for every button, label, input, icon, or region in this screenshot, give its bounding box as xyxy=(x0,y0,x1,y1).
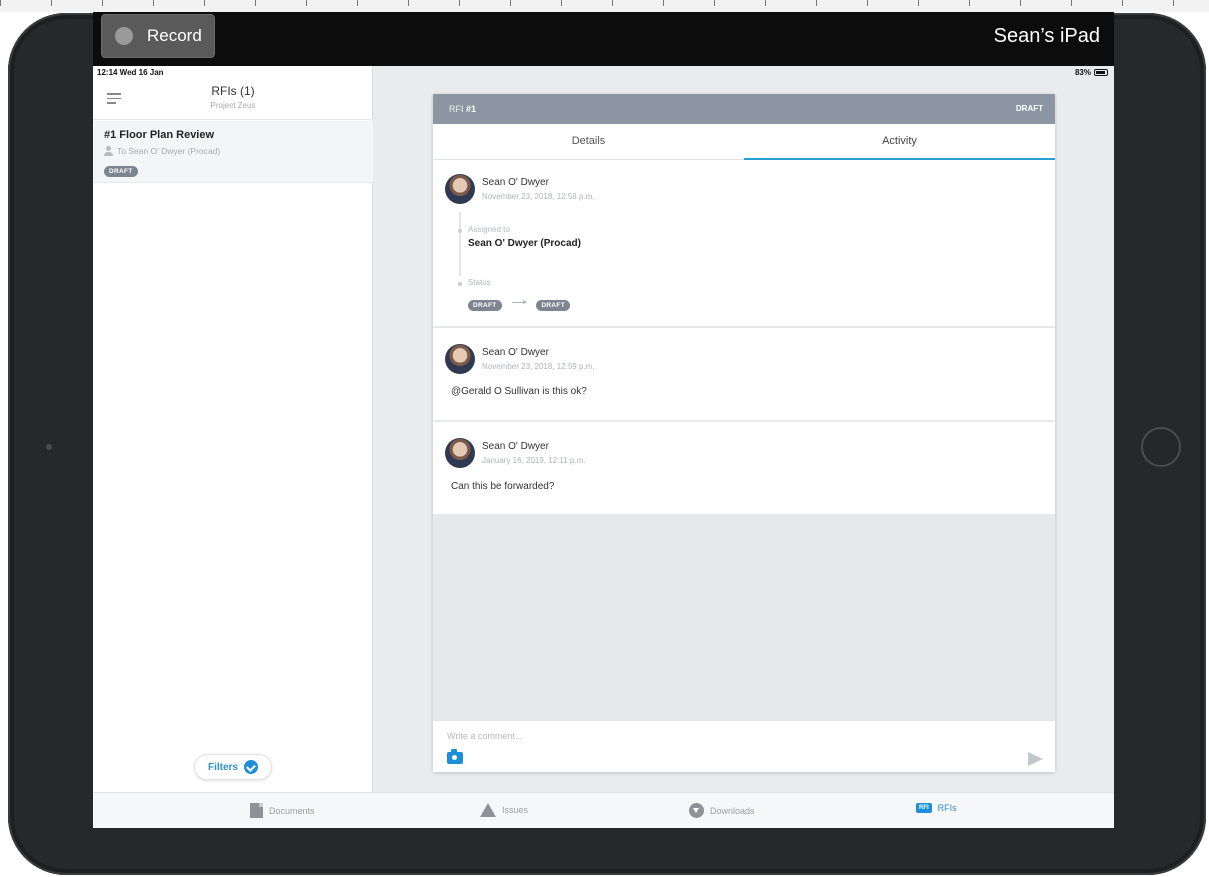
sidebar-header: RFIs (1) Project Zeus xyxy=(93,80,373,120)
avatar xyxy=(445,174,475,204)
avatar xyxy=(445,344,475,374)
activity-date: November 23, 2018, 12:58 p.m. xyxy=(482,192,595,201)
top-ruler xyxy=(0,0,1209,12)
sidebar-title: RFIs (1) xyxy=(211,84,255,98)
tab-rfis-label: RFIs xyxy=(937,803,957,813)
record-button[interactable]: Record xyxy=(101,14,215,58)
download-icon xyxy=(689,803,704,818)
rfi-detail-card: RFI #1 DRAFT Details Activity Sean O' Dw… xyxy=(433,94,1055,772)
sidebar-subtitle: Project Zeus xyxy=(210,101,256,110)
tab-documents-label: Documents xyxy=(269,805,315,816)
activity-comment: Can this be forwarded? xyxy=(451,481,555,492)
camera-icon[interactable] xyxy=(447,749,463,764)
tab-issues-label: Issues xyxy=(502,805,529,815)
rfi-icon: RFI xyxy=(916,803,932,813)
status-badge-to: DRAFT xyxy=(536,300,570,311)
tab-downloads[interactable]: Downloads xyxy=(689,803,755,818)
activity-date: January 16, 2019, 12:11 p.m. xyxy=(482,456,586,465)
status-badge-from: DRAFT xyxy=(468,300,502,311)
rfi-header-prefix: RFI xyxy=(449,104,464,114)
status-time: 12:14 Wed 16 Jan xyxy=(97,68,164,77)
activity-author: Sean O' Dwyer xyxy=(482,347,549,358)
comment-input[interactable]: Write a comment... xyxy=(447,731,522,741)
recorder-title-bar xyxy=(93,12,1114,66)
tab-documents[interactable]: Documents xyxy=(250,803,315,818)
activity-author: Sean O' Dwyer xyxy=(482,441,549,452)
timeline-dot xyxy=(458,229,462,233)
tab-rfis[interactable]: RFI RFIs xyxy=(916,803,957,813)
status-label: Status xyxy=(468,278,491,287)
battery-icon xyxy=(1094,69,1108,76)
activity-item: Sean O' Dwyer January 16, 2019, 12:11 p.… xyxy=(433,422,1055,514)
rfi-header-id: #1 xyxy=(466,104,477,114)
comment-composer: Write a comment... xyxy=(433,720,1055,772)
tab-details[interactable]: Details xyxy=(433,124,744,160)
timeline-dot xyxy=(458,282,462,286)
send-icon[interactable] xyxy=(1028,752,1043,766)
rfi-assignee-text: To Sean O' Dwyer (Procad) xyxy=(117,146,221,156)
tab-activity[interactable]: Activity xyxy=(744,124,1055,160)
device-name: Sean’s iPad xyxy=(993,25,1100,47)
home-button[interactable] xyxy=(1141,427,1181,467)
checkmark-icon xyxy=(244,760,258,774)
front-camera xyxy=(46,444,52,450)
activity-item: Sean O' Dwyer November 23, 2018, 12:59 p… xyxy=(433,328,1055,422)
filters-button[interactable]: Filters xyxy=(194,754,272,780)
timeline-line xyxy=(459,212,461,276)
activity-author: Sean O' Dwyer xyxy=(482,177,549,188)
activity-item: Sean O' Dwyer November 23, 2018, 12:58 p… xyxy=(433,160,1055,328)
ipad-screen: RFIs (1) Project Zeus #1 Floor Plan Revi… xyxy=(93,66,1114,828)
rfi-list-item[interactable]: #1 Floor Plan Review To Sean O' Dwyer (P… xyxy=(93,121,373,183)
status-bar: 12:14 Wed 16 Jan 83% xyxy=(93,66,1114,80)
bottom-tab-bar: Documents Issues Downloads RFI RFIs xyxy=(93,792,1114,828)
assigned-value: Sean O' Dwyer (Procad) xyxy=(468,238,581,249)
record-label: Record xyxy=(147,26,202,45)
tab-issues[interactable]: Issues xyxy=(480,803,528,817)
tab-downloads-label: Downloads xyxy=(710,805,755,816)
warning-icon xyxy=(480,803,496,817)
person-icon xyxy=(104,146,113,156)
ruler-ticks xyxy=(0,0,1209,12)
arrow-right-icon xyxy=(511,300,527,305)
avatar xyxy=(445,438,475,468)
rfi-item-assignee: To Sean O' Dwyer (Procad) xyxy=(104,146,220,156)
filters-label: Filters xyxy=(207,761,238,773)
rfi-sidebar: RFIs (1) Project Zeus #1 Floor Plan Revi… xyxy=(93,66,373,792)
rfi-header-status: DRAFT xyxy=(1015,104,1043,113)
activity-comment: @Gerald O Sullivan is this ok? xyxy=(451,386,587,397)
status-badge: DRAFT xyxy=(104,166,138,177)
record-dot-icon xyxy=(115,27,133,45)
rfi-detail-title: RFI #1 xyxy=(449,104,476,114)
rfi-detail-header: RFI #1 DRAFT xyxy=(433,94,1055,124)
rfi-item-title: #1 Floor Plan Review xyxy=(104,129,215,141)
status-change: DRAFT DRAFT xyxy=(468,294,570,312)
detail-tabs: Details Activity xyxy=(433,124,1055,160)
assigned-label: Assigned to xyxy=(468,225,510,234)
battery-percent: 83% xyxy=(1074,68,1091,77)
activity-date: November 23, 2018, 12:59 p.m. xyxy=(482,362,595,371)
document-icon xyxy=(250,803,263,818)
status-indicators: 83% xyxy=(1075,68,1108,77)
